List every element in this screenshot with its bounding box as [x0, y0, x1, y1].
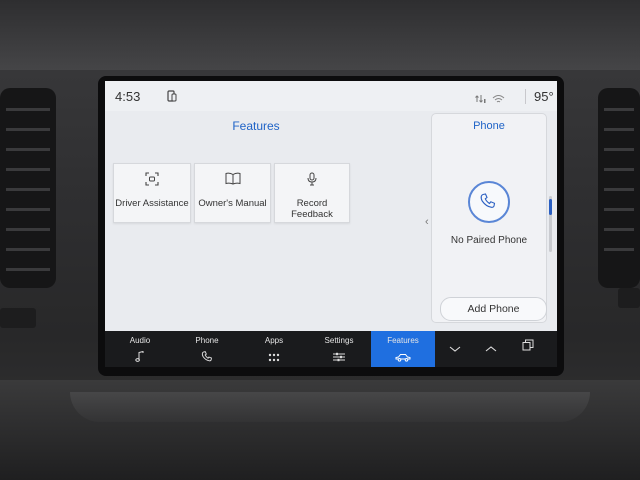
nav-apps[interactable]: Apps [242, 331, 306, 367]
clock: 4:53 [115, 89, 141, 104]
record-feedback-tile[interactable]: Record Feedback [274, 163, 350, 223]
nav-phone-label: Phone [195, 336, 219, 345]
phone-icon [201, 349, 213, 367]
nav-settings-label: Settings [324, 336, 354, 345]
microphone-icon [307, 172, 317, 191]
owners-manual-label: Owner's Manual [198, 198, 267, 209]
outside-temperature: 95° [525, 89, 554, 104]
collapse-panel-chevron-icon[interactable]: ‹ [425, 216, 429, 228]
record-feedback-label: Record Feedback [291, 198, 333, 220]
phone-panel-title: Phone [473, 120, 505, 132]
grid-icon [268, 349, 280, 367]
infotainment-screen: 4:53 95° Features Driver Assistance Owne… [105, 81, 557, 367]
nav-phone[interactable]: Phone [175, 331, 239, 367]
nav-settings[interactable]: Settings [307, 331, 371, 367]
driver-assistance-tile[interactable]: Driver Assistance [113, 163, 191, 223]
sliders-icon [333, 349, 345, 367]
add-phone-button[interactable]: Add Phone [440, 297, 547, 321]
vent-control-button[interactable] [618, 288, 640, 308]
phone-projection-icon[interactable] [167, 90, 177, 108]
dashboard-ridge [70, 392, 590, 422]
car-icon [395, 349, 411, 367]
bottom-nav-bar: Audio Phone Apps Settings Features [105, 331, 557, 367]
wifi-icon [492, 91, 505, 109]
air-vent-left [0, 88, 56, 288]
status-bar: 4:53 95° [105, 81, 557, 111]
signal-icon [475, 91, 486, 109]
phone-icon[interactable] [468, 181, 510, 223]
no-paired-phone-text: No Paired Phone [450, 235, 528, 246]
hazard-button[interactable] [0, 308, 36, 328]
nav-features[interactable]: Features [371, 331, 435, 367]
driver-assist-icon [145, 172, 159, 191]
chevron-down-icon[interactable] [448, 341, 462, 359]
nav-audio-label: Audio [129, 336, 151, 345]
music-note-icon [135, 349, 145, 367]
features-title: Features [232, 119, 280, 133]
nav-features-label: Features [387, 336, 419, 345]
air-vent-right [598, 88, 640, 288]
nav-apps-label: Apps [264, 336, 284, 345]
chevron-up-icon[interactable] [484, 341, 498, 359]
page-scroll-thumb[interactable] [549, 199, 552, 215]
card-stack-icon[interactable] [522, 338, 534, 356]
driver-assistance-label: Driver Assistance [115, 198, 189, 209]
owners-manual-tile[interactable]: Owner's Manual [194, 163, 271, 223]
nav-audio[interactable]: Audio [108, 331, 172, 367]
phone-panel: Phone No Paired Phone Add Phone [431, 113, 547, 323]
book-icon [225, 172, 241, 190]
dashboard-top [0, 0, 640, 70]
